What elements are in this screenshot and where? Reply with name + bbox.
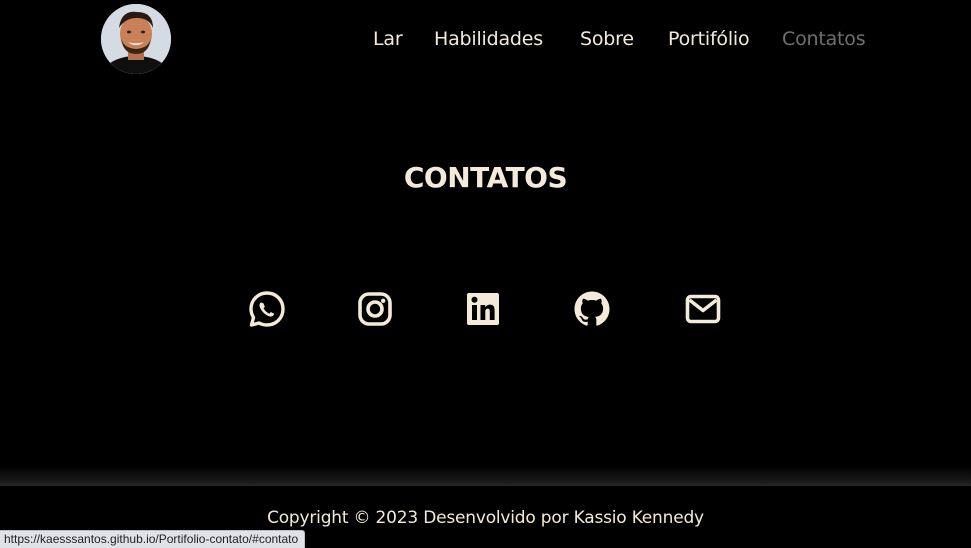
nav-item-portifolio[interactable]: Portifólio — [668, 28, 750, 50]
link-status-bar: https://kaesssantos.github.io/Portifolio… — [0, 530, 306, 548]
github-icon[interactable] — [571, 288, 613, 330]
page: Lar Habilidades Sobre Portifólio Contato… — [0, 0, 971, 548]
main-nav: Lar Habilidades Sobre Portifólio Contato… — [0, 28, 971, 56]
nav-item-contatos[interactable]: Contatos — [782, 28, 866, 50]
email-icon[interactable] — [682, 288, 724, 330]
section-title: CONTATOS — [403, 161, 568, 194]
copyright-text: Copyright © 2023 Desenvolvido por Kassio… — [267, 508, 704, 528]
footer-divider — [0, 466, 971, 488]
nav-item-lar[interactable]: Lar — [373, 28, 403, 50]
instagram-icon[interactable] — [354, 288, 396, 330]
nav-item-sobre[interactable]: Sobre — [580, 28, 634, 50]
whatsapp-icon[interactable] — [246, 288, 288, 330]
linkedin-icon[interactable] — [462, 288, 504, 330]
nav-item-habilidades[interactable]: Habilidades — [434, 28, 543, 50]
